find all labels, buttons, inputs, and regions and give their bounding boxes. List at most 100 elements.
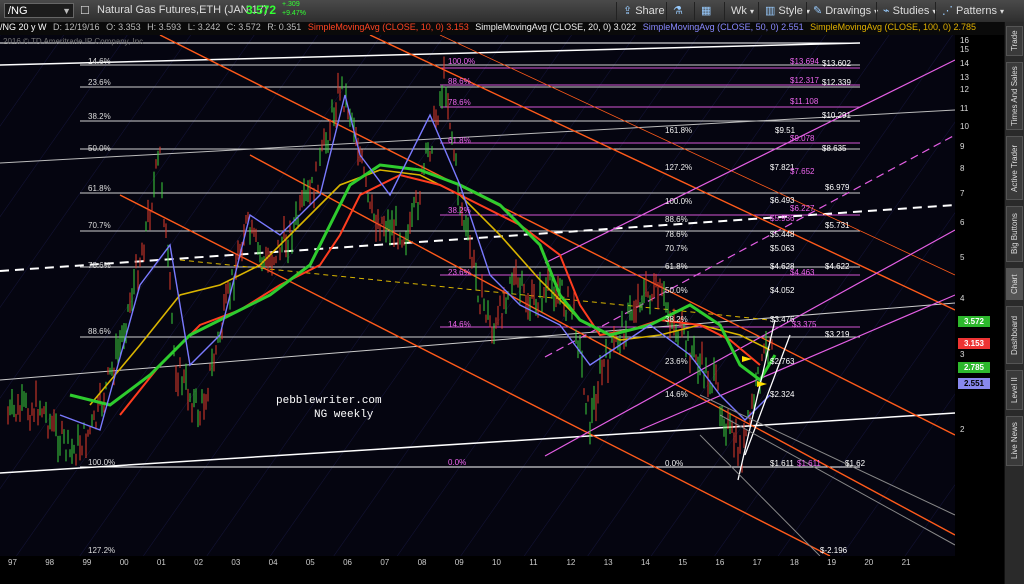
tab-trade[interactable]: Trade — [1006, 26, 1023, 56]
level-label: $5.063 — [770, 244, 795, 253]
sma20-label[interactable]: SimpleMovingAvg (CLOSE, 20, 0) 3.022 — [475, 22, 636, 32]
patterns-button[interactable]: ⋰ Patterns ▾ — [935, 2, 1010, 20]
fib-right-label: 88.6% — [665, 215, 688, 224]
toolbar: /NG ▼ ☐ Natural Gas Futures,ETH (JAN 17)… — [0, 0, 1024, 23]
x-axis-label: 20 — [864, 558, 874, 567]
fib-mid-label: 78.6% — [448, 98, 471, 107]
fib-left-label: 127.2% — [88, 546, 115, 555]
level-label: $6.979 — [825, 183, 850, 192]
chevron-down-icon[interactable]: ▼ — [62, 4, 71, 19]
fib-right-label: 23.6% — [665, 357, 688, 366]
x-axis-label: 17 — [752, 558, 762, 567]
sma100-label[interactable]: SimpleMovingAvg (CLOSE, 100, 0) 2.785 — [810, 22, 976, 32]
x-axis-label: 02 — [194, 558, 204, 567]
level-label: $10.291 — [822, 111, 851, 120]
x-axis-label: 01 — [156, 558, 166, 567]
price-axis-label: 16 — [960, 36, 969, 45]
fib-left-label: 88.6% — [88, 327, 111, 336]
chevron-down-icon: ▾ — [749, 7, 754, 16]
right-sidebar: Trade Times And Sales Active Trader Big … — [1004, 22, 1024, 584]
x-axis-label: 14 — [640, 558, 650, 567]
x-axis-label: 13 — [603, 558, 613, 567]
tab-chart[interactable]: Chart — [1006, 268, 1023, 300]
x-axis-label: 99 — [82, 558, 92, 567]
price-axis-label: 7 — [960, 189, 965, 198]
fib-mid-label: 88.6% — [448, 77, 471, 86]
level-label: $2.324 — [770, 390, 795, 399]
price-axis-label: 9 — [960, 142, 965, 151]
price-tag-sma50: 2.551 — [958, 378, 990, 389]
price-tag-sma100: 2.785 — [958, 362, 990, 373]
x-axis-label: 08 — [417, 558, 427, 567]
price-axis-label: 11 — [960, 104, 969, 113]
level-label: $1.611 — [797, 459, 821, 468]
level-label: $12.317 — [790, 76, 819, 85]
last-price: 3.572 — [246, 3, 277, 17]
level-label: $11.108 — [790, 97, 819, 106]
level-label: $-2.196 — [820, 546, 848, 555]
share-button[interactable]: ⇪ Share — [616, 2, 671, 20]
tab-level-ii[interactable]: Level II — [1006, 370, 1023, 410]
level-label: $6.227 — [790, 204, 815, 213]
level-label: $4.463 — [790, 268, 815, 277]
check-icon[interactable]: ☐ — [80, 4, 90, 17]
fib-left-label: 61.8% — [88, 184, 111, 193]
level-label: $7.652 — [790, 167, 815, 176]
x-axis-label: 04 — [268, 558, 278, 567]
x-axis-label: 18 — [789, 558, 799, 567]
level-label: $5.731 — [825, 221, 850, 230]
fib-right-label: 50.0% — [665, 286, 688, 295]
timeframe-button[interactable]: Wk ▾ — [724, 2, 760, 20]
watermark-subtitle: NG weekly — [314, 409, 374, 421]
studies-icon: ⌁ — [883, 5, 890, 17]
share-icon: ⇪ — [623, 5, 633, 17]
tab-active-trader[interactable]: Active Trader — [1006, 136, 1023, 200]
x-axis-label: 97 — [8, 558, 17, 567]
level-label: $1.62 — [845, 459, 866, 468]
bar-range: R: 0.351 — [267, 22, 302, 32]
level-label: $8.635 — [822, 144, 847, 153]
price-axis-label: 15 — [960, 45, 969, 54]
price-axis-label: 4 — [960, 294, 965, 303]
x-axis-label: 16 — [715, 558, 725, 567]
fib-right-label: 161.8% — [665, 126, 692, 135]
level-label: $13.602 — [822, 59, 851, 68]
sma10-label[interactable]: SimpleMovingAvg (CLOSE, 10, 0) 3.153 — [308, 22, 469, 32]
drawings-button[interactable]: ✎ Drawings ▾ — [806, 2, 884, 20]
symbol-input[interactable]: /NG ▼ — [4, 3, 74, 18]
fib-left-label: 23.6% — [88, 78, 111, 87]
x-axis-label: 03 — [231, 558, 241, 567]
price-tag-last: 3.572 — [958, 316, 990, 327]
price-axis-label: 12 — [960, 85, 969, 94]
x-axis-label: 98 — [45, 558, 55, 567]
fib-left-label: 100.0% — [88, 458, 115, 467]
level-label: $3.219 — [825, 330, 850, 339]
level-label: $12.339 — [822, 78, 851, 87]
price-axis-label: 13 — [960, 73, 969, 82]
price-chart[interactable]: 14.6% 23.6% 38.2% 50.0% 61.8% 70.7% 78.6… — [0, 35, 1005, 556]
change-percent: +9.47% — [282, 10, 306, 17]
fib-left-label: 14.6% — [88, 57, 111, 66]
tab-times-and-sales[interactable]: Times And Sales — [1006, 62, 1023, 130]
sma50-label[interactable]: SimpleMovingAvg (CLOSE, 50, 0) 2.551 — [643, 22, 804, 32]
fib-right-label: 61.8% — [665, 262, 688, 271]
chart-timeframe: /NG 20 y W — [0, 22, 47, 32]
fib-right-label: 14.6% — [665, 390, 688, 399]
x-axis-label: 06 — [343, 558, 352, 567]
fib-right-label: 70.7% — [665, 244, 688, 253]
grid-icon[interactable]: ▦ — [694, 2, 720, 20]
price-axis-label: 3 — [960, 350, 965, 359]
x-axis-label: 15 — [678, 558, 688, 567]
fib-right-label: 100.0% — [665, 197, 692, 206]
level-label: $9.078 — [790, 134, 815, 143]
studies-button[interactable]: ⌁ Studies ▾ — [876, 2, 942, 20]
fib-mid-label: 100.0% — [448, 57, 475, 66]
price-tag-sma10: 3.153 — [958, 338, 990, 349]
x-axis-label: 19 — [827, 558, 837, 567]
x-axis-label: 12 — [566, 558, 576, 567]
tab-dashboard[interactable]: Dashboard — [1006, 306, 1023, 364]
fib-mid-label: 23.6% — [448, 268, 471, 277]
flask-icon[interactable]: ⚗ — [666, 2, 692, 20]
tab-live-news[interactable]: Live News — [1006, 416, 1023, 466]
tab-big-buttons[interactable]: Big Buttons — [1006, 206, 1023, 262]
